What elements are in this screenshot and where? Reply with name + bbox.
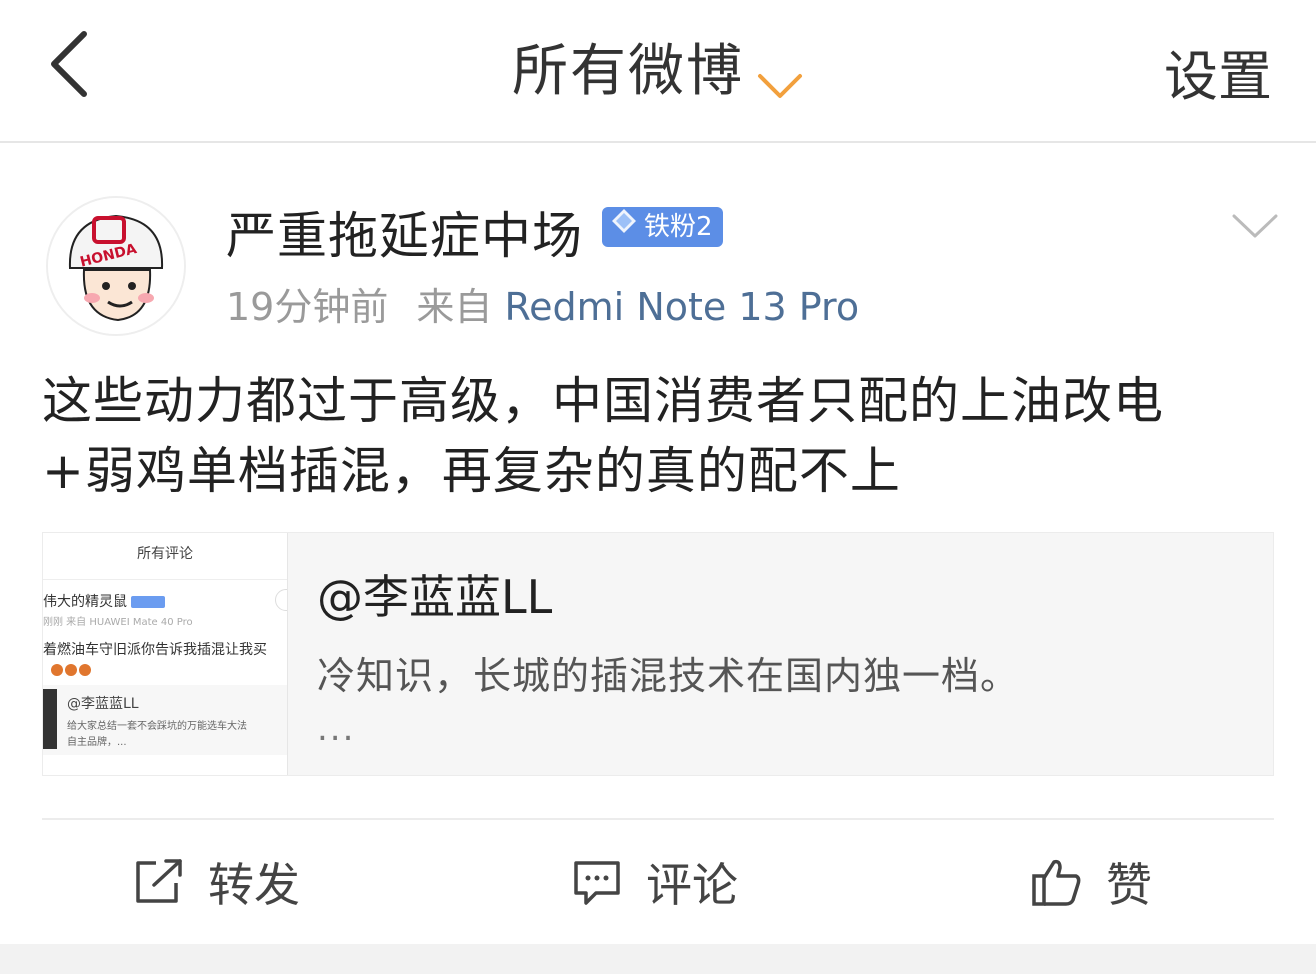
thumbnail-emoji-icon — [51, 661, 93, 680]
settings-button[interactable]: 设置 — [1164, 32, 1272, 111]
footer-separator — [0, 944, 1316, 974]
post-content: 这些动力都过于高级，中国消费者只配的上油改电 +弱鸡单档插混，再复杂的真的配不上 — [42, 366, 1282, 506]
comment-icon — [570, 857, 624, 907]
like-button[interactable]: 赞 — [1030, 852, 1152, 912]
fan-badge[interactable]: 铁粉2 — [602, 207, 723, 247]
post-content-line: 这些动力都过于高级，中国消费者只配的上油改电 — [42, 372, 1164, 430]
thumbnail-badge-icon — [131, 596, 165, 608]
repost-button[interactable]: 转发 — [132, 852, 300, 912]
comment-button[interactable]: 评论 — [570, 852, 738, 912]
post-time: 19分钟前 — [226, 285, 389, 329]
divider — [42, 818, 1274, 820]
thumbnail-meta: 刚刚 来自 HUAWEI Mate 40 Pro — [43, 617, 193, 628]
thumbnail-title: 所有评论 — [137, 546, 193, 562]
repost-text: 冷知识，长城的插混技术在国内独一档。 — [317, 654, 1020, 698]
thumbs-up-icon — [1030, 856, 1084, 908]
repost-label: 转发 — [208, 858, 300, 912]
share-icon — [132, 857, 186, 907]
thumbnail-quote: @李蓝蓝LL 给大家总结一套不会踩坑的万能选车大法 自主品牌，... — [43, 685, 287, 755]
top-nav-bar: 所有微博 设置 — [0, 0, 1316, 143]
repost-thumbnail: 所有评论 伟大的精灵鼠 刚刚 来自 HUAWEI Mate 40 Pro 着燃油… — [43, 533, 288, 775]
thumbnail-quote-text: 给大家总结一套不会踩坑的万能选车大法 — [67, 721, 247, 732]
post-meta: 19分钟前 来自 Redmi Note 13 Pro — [226, 276, 859, 331]
repost-more: ... — [317, 709, 356, 749]
thumbnail-quote-name: @李蓝蓝LL — [67, 696, 139, 712]
post-menu-chevron-icon[interactable] — [1228, 206, 1282, 246]
thumbnail-circle-icon — [275, 589, 287, 611]
feed-filter-dropdown[interactable]: 所有微博 — [0, 26, 1316, 107]
repost-card[interactable]: 所有评论 伟大的精灵鼠 刚刚 来自 HUAWEI Mate 40 Pro 着燃油… — [42, 532, 1274, 776]
thumbnail-username: 伟大的精灵鼠 — [43, 594, 127, 610]
source-device-link[interactable]: Redmi Note 13 Pro — [504, 285, 859, 329]
source-prefix: 来自 — [416, 285, 493, 329]
thumbnail-quote-text: 自主品牌，... — [67, 737, 127, 748]
avatar[interactable]: HONDA — [46, 196, 186, 336]
badge-label: 铁粉2 — [644, 212, 713, 242]
username[interactable]: 严重拖延症中场 — [226, 196, 583, 268]
like-label: 赞 — [1106, 858, 1152, 912]
repost-author[interactable]: @李蓝蓝LL — [317, 561, 552, 627]
diamond-icon — [610, 207, 638, 247]
page-title: 所有微博 — [512, 39, 744, 104]
thumbnail-text: 着燃油车守旧派你告诉我插混让我买 — [43, 642, 267, 658]
comment-label: 评论 — [646, 858, 738, 912]
chevron-down-icon — [756, 55, 804, 98]
post-content-line: +弱鸡单档插混，再复杂的真的配不上 — [42, 442, 901, 500]
